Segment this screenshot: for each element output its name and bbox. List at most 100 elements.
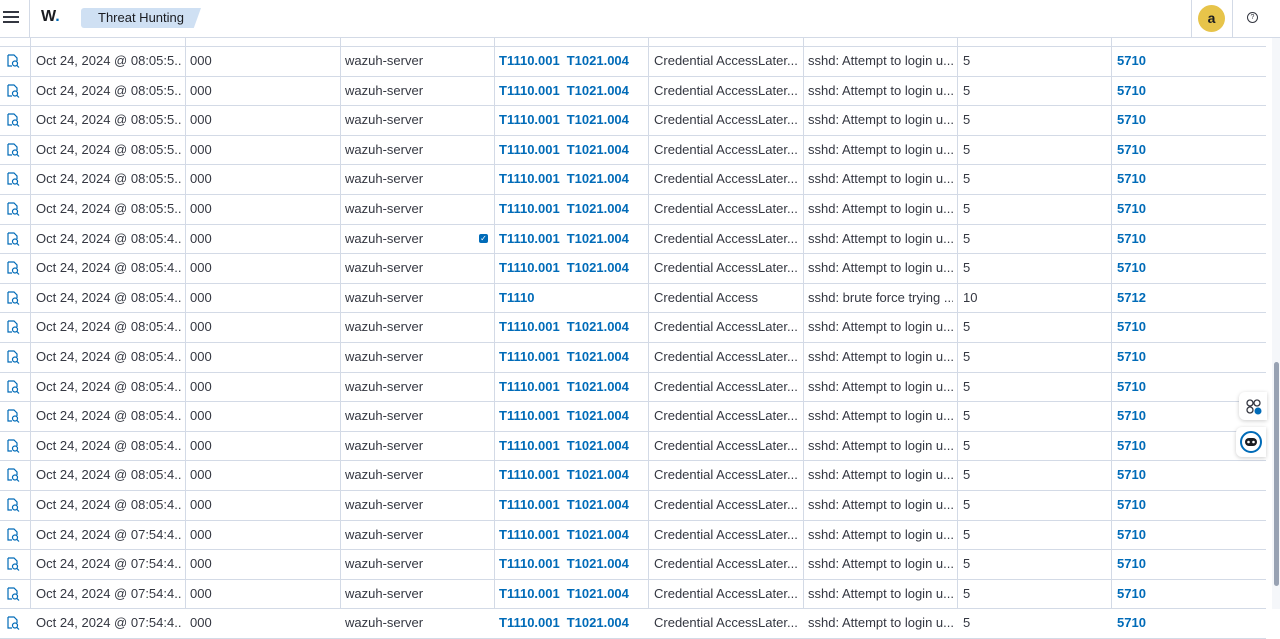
mitre-technique-link[interactable]: T1110 (499, 290, 534, 305)
table-row[interactable]: Oct 24, 2024 @ 08:05:4... 000 wazuh-serv… (0, 284, 1266, 314)
inspect-document-icon[interactable] (6, 550, 22, 579)
mitre-technique-link[interactable]: T1110.001 (499, 260, 560, 275)
rule-id-link[interactable]: 5710 (1117, 556, 1146, 571)
table-row[interactable]: Oct 24, 2024 @ 08:05:4... 000 wazuh-serv… (0, 461, 1266, 491)
mitre-technique-link[interactable]: T1110.001 (499, 201, 560, 216)
rule-id-link[interactable]: 5710 (1117, 83, 1146, 98)
rule-id-link[interactable]: 5710 (1117, 438, 1146, 453)
rule-id-link[interactable]: 5710 (1117, 379, 1146, 394)
table-row[interactable]: Oct 24, 2024 @ 08:05:4... 000 wazuh-serv… (0, 225, 1266, 255)
help-icon[interactable]: ? (1247, 12, 1258, 23)
inspect-document-icon[interactable] (6, 195, 22, 224)
wazuh-logo[interactable]: W. (41, 8, 60, 26)
mitre-technique-link[interactable]: T1021.004 (567, 586, 629, 601)
mitre-technique-link[interactable]: T1110.001 (499, 438, 560, 453)
rule-id-link[interactable]: 5710 (1117, 201, 1146, 216)
inspect-document-icon[interactable] (6, 136, 22, 165)
rule-id-link[interactable]: 5710 (1117, 260, 1146, 275)
rule-id-link[interactable]: 5710 (1117, 527, 1146, 542)
inspect-document-icon[interactable] (6, 165, 22, 194)
inspect-document-icon[interactable] (6, 491, 22, 520)
table-row[interactable]: Oct 24, 2024 @ 08:05:5... 000 wazuh-serv… (0, 77, 1266, 107)
mitre-technique-link[interactable]: T1110.001 (499, 408, 560, 423)
table-row[interactable]: Oct 24, 2024 @ 08:05:4... 000 wazuh-serv… (0, 402, 1266, 432)
inspect-document-icon[interactable] (6, 284, 22, 313)
inspect-document-icon[interactable] (6, 106, 22, 135)
mitre-technique-link[interactable]: T1110.001 (499, 527, 560, 542)
mitre-technique-link[interactable]: T1110.001 (499, 112, 560, 127)
rule-id-link[interactable]: 5710 (1117, 231, 1146, 246)
table-row[interactable]: Oct 24, 2024 @ 08:05:5... 000 wazuh-serv… (0, 106, 1266, 136)
mitre-technique-link[interactable]: T1110.001 (499, 615, 560, 630)
mitre-technique-link[interactable]: T1021.004 (567, 497, 629, 512)
mitre-technique-link[interactable]: T1110.001 (499, 53, 560, 68)
table-row[interactable]: Oct 24, 2024 @ 08:05:5... 000 wazuh-serv… (0, 195, 1266, 225)
mitre-technique-link[interactable]: T1021.004 (567, 201, 629, 216)
user-avatar[interactable]: a (1198, 5, 1225, 32)
table-row[interactable]: Oct 24, 2024 @ 07:54:4... 000 wazuh-serv… (0, 550, 1266, 580)
mitre-technique-link[interactable]: T1110.001 (499, 467, 560, 482)
mitre-technique-link[interactable]: T1021.004 (567, 349, 629, 364)
table-row[interactable]: Oct 24, 2024 @ 08:05:4... 000 wazuh-serv… (0, 313, 1266, 343)
rule-id-link[interactable]: 5710 (1117, 53, 1146, 68)
rule-id-link[interactable]: 5710 (1117, 171, 1146, 186)
mitre-technique-link[interactable]: T1021.004 (567, 408, 629, 423)
inspect-document-icon[interactable] (6, 402, 22, 431)
mitre-technique-link[interactable]: T1021.004 (567, 53, 629, 68)
mitre-technique-link[interactable]: T1021.004 (567, 112, 629, 127)
mitre-technique-link[interactable]: T1021.004 (567, 260, 629, 275)
mitre-technique-link[interactable]: T1021.004 (567, 379, 629, 394)
mitre-technique-link[interactable]: T1110.001 (499, 231, 560, 246)
inspect-document-icon[interactable] (6, 432, 22, 461)
mitre-technique-link[interactable]: T1110.001 (499, 379, 560, 394)
inspect-document-icon[interactable] (6, 580, 22, 609)
menu-icon[interactable] (3, 9, 19, 25)
table-row[interactable]: Oct 24, 2024 @ 07:54:4... 000 wazuh-serv… (0, 521, 1266, 551)
inspect-document-icon[interactable] (6, 77, 22, 106)
mitre-technique-link[interactable]: T1021.004 (567, 231, 629, 246)
mitre-technique-link[interactable]: T1021.004 (567, 83, 629, 98)
inspect-document-icon[interactable] (6, 313, 22, 342)
mitre-technique-link[interactable]: T1021.004 (567, 319, 629, 334)
rule-id-link[interactable]: 5710 (1117, 408, 1146, 423)
mitre-technique-link[interactable]: T1110.001 (499, 349, 560, 364)
mitre-technique-link[interactable]: T1110.001 (499, 319, 560, 334)
inspect-document-icon[interactable] (6, 225, 22, 254)
table-row[interactable]: Oct 24, 2024 @ 07:54:4... 000 wazuh-serv… (0, 580, 1266, 610)
inspect-document-icon[interactable] (6, 254, 22, 283)
inspect-document-icon[interactable] (6, 343, 22, 372)
mitre-technique-link[interactable]: T1021.004 (567, 142, 629, 157)
mitre-technique-link[interactable]: T1110.001 (499, 497, 560, 512)
rule-id-link[interactable]: 5710 (1117, 349, 1146, 364)
mitre-technique-link[interactable]: T1021.004 (567, 171, 629, 186)
rule-id-link[interactable]: 5710 (1117, 112, 1146, 127)
mitre-technique-link[interactable]: T1021.004 (567, 438, 629, 453)
table-row[interactable]: Oct 24, 2024 @ 08:05:4... 000 wazuh-serv… (0, 491, 1266, 521)
chatbot-button[interactable] (1236, 427, 1266, 457)
inspect-document-icon[interactable] (6, 373, 22, 402)
rule-id-link[interactable]: 5710 (1117, 142, 1146, 157)
mitre-technique-link[interactable]: T1021.004 (567, 527, 629, 542)
rule-id-link[interactable]: 5712 (1117, 290, 1146, 305)
mitre-technique-link[interactable]: T1110.001 (499, 83, 560, 98)
inspect-document-icon[interactable] (6, 609, 22, 638)
mitre-technique-link[interactable]: T1110.001 (499, 171, 560, 186)
table-row[interactable]: Oct 24, 2024 @ 08:05:4... 000 wazuh-serv… (0, 432, 1266, 462)
inspect-document-icon[interactable] (6, 461, 22, 490)
table-row[interactable]: Oct 24, 2024 @ 08:05:5... 000 wazuh-serv… (0, 136, 1266, 166)
table-row[interactable]: Oct 24, 2024 @ 08:05:4... 000 wazuh-serv… (0, 373, 1266, 403)
mitre-technique-link[interactable]: T1110.001 (499, 556, 560, 571)
table-row[interactable]: Oct 24, 2024 @ 08:05:4... 000 wazuh-serv… (0, 343, 1266, 373)
rule-id-link[interactable]: 5710 (1117, 615, 1146, 630)
rule-id-link[interactable]: 5710 (1117, 586, 1146, 601)
table-row[interactable]: Oct 24, 2024 @ 08:05:4... 000 wazuh-serv… (0, 254, 1266, 284)
table-row[interactable]: Oct 24, 2024 @ 07:54:4... 000 wazuh-serv… (0, 609, 1266, 639)
mitre-technique-link[interactable]: T1021.004 (567, 556, 629, 571)
rule-id-link[interactable]: 5710 (1117, 497, 1146, 512)
inspect-document-icon[interactable] (6, 521, 22, 550)
mitre-technique-link[interactable]: T1021.004 (567, 467, 629, 482)
rule-id-link[interactable]: 5710 (1117, 467, 1146, 482)
mitre-technique-link[interactable]: T1021.004 (567, 615, 629, 630)
assistant-apps-button[interactable] (1239, 392, 1267, 420)
checkbox-icon[interactable]: ✓ (479, 233, 488, 243)
